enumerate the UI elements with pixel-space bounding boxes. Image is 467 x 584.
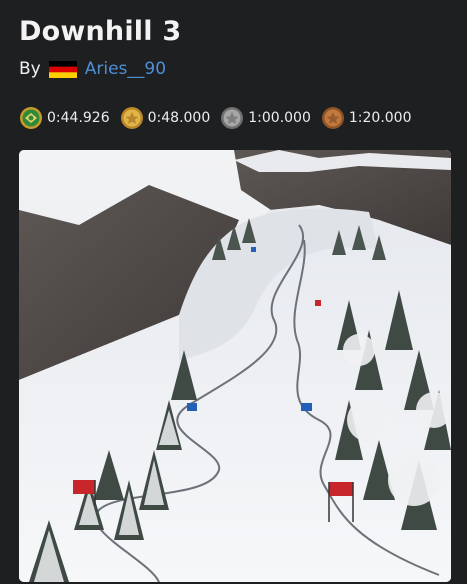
medal-author: 0:44.926 bbox=[19, 106, 110, 130]
map-title: Downhill 3 bbox=[19, 16, 182, 47]
medal-silver: 1:00.000 bbox=[220, 106, 311, 130]
medal-silver-time: 1:00.000 bbox=[248, 110, 311, 126]
medal-author-time: 0:44.926 bbox=[47, 110, 110, 126]
germany-flag-icon bbox=[48, 60, 77, 78]
by-label: By bbox=[19, 59, 41, 79]
medal-times: 0:44.926 0:48.000 1:00.000 1:20.000 bbox=[19, 106, 422, 130]
medal-gold: 0:48.000 bbox=[120, 106, 211, 130]
map-thumbnail[interactable] bbox=[19, 150, 451, 582]
author-line: By Aries__90 bbox=[19, 59, 166, 79]
bronze-medal-icon bbox=[321, 107, 344, 129]
author-link[interactable]: Aries__90 bbox=[85, 59, 166, 79]
medal-bronze-time: 1:20.000 bbox=[348, 110, 412, 126]
gold-medal-icon bbox=[120, 107, 143, 129]
ski-slope-image bbox=[19, 150, 451, 582]
medal-gold-time: 0:48.000 bbox=[147, 110, 211, 126]
medal-bronze: 1:20.000 bbox=[321, 106, 412, 130]
author-medal-icon bbox=[20, 107, 42, 129]
silver-medal-icon bbox=[221, 107, 244, 129]
